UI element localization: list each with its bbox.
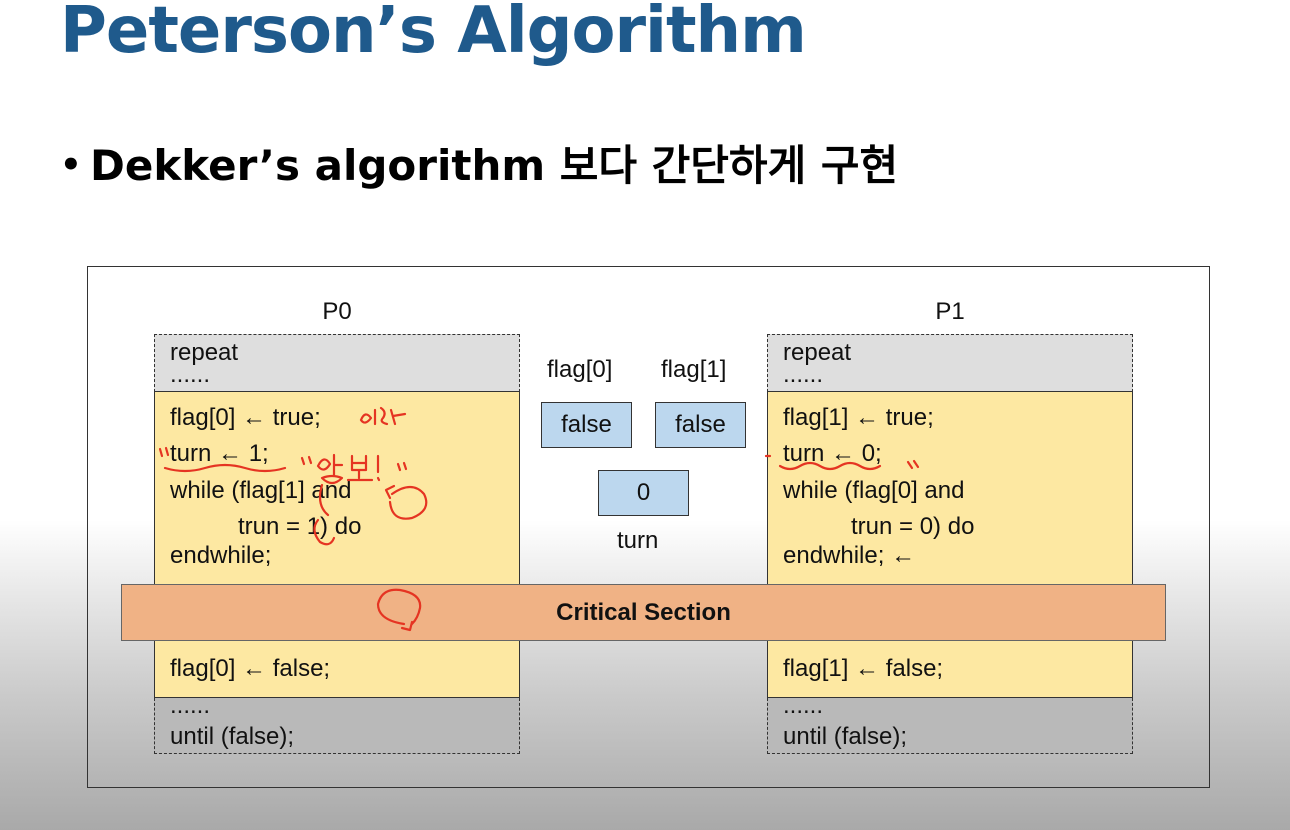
underline-icon — [778, 461, 882, 471]
circle-mark-icon — [313, 518, 336, 546]
quote-mark-icon — [158, 446, 170, 458]
pointer-stroke-icon — [318, 483, 330, 517]
ink-strokes — [158, 406, 920, 632]
handwritten-text-icon — [316, 453, 344, 485]
loop-arrow-icon — [388, 485, 428, 520]
handwritten-text-icon — [346, 454, 381, 482]
quote-mark-icon — [906, 459, 920, 470]
quote-mark-icon — [396, 461, 408, 472]
arrow-head-icon — [384, 484, 396, 500]
handwritten-annotations — [158, 406, 920, 632]
circular-arrow-icon — [376, 588, 422, 626]
underline-icon — [163, 463, 287, 473]
quote-mark-icon — [300, 455, 313, 466]
scribble-icon — [359, 406, 407, 426]
